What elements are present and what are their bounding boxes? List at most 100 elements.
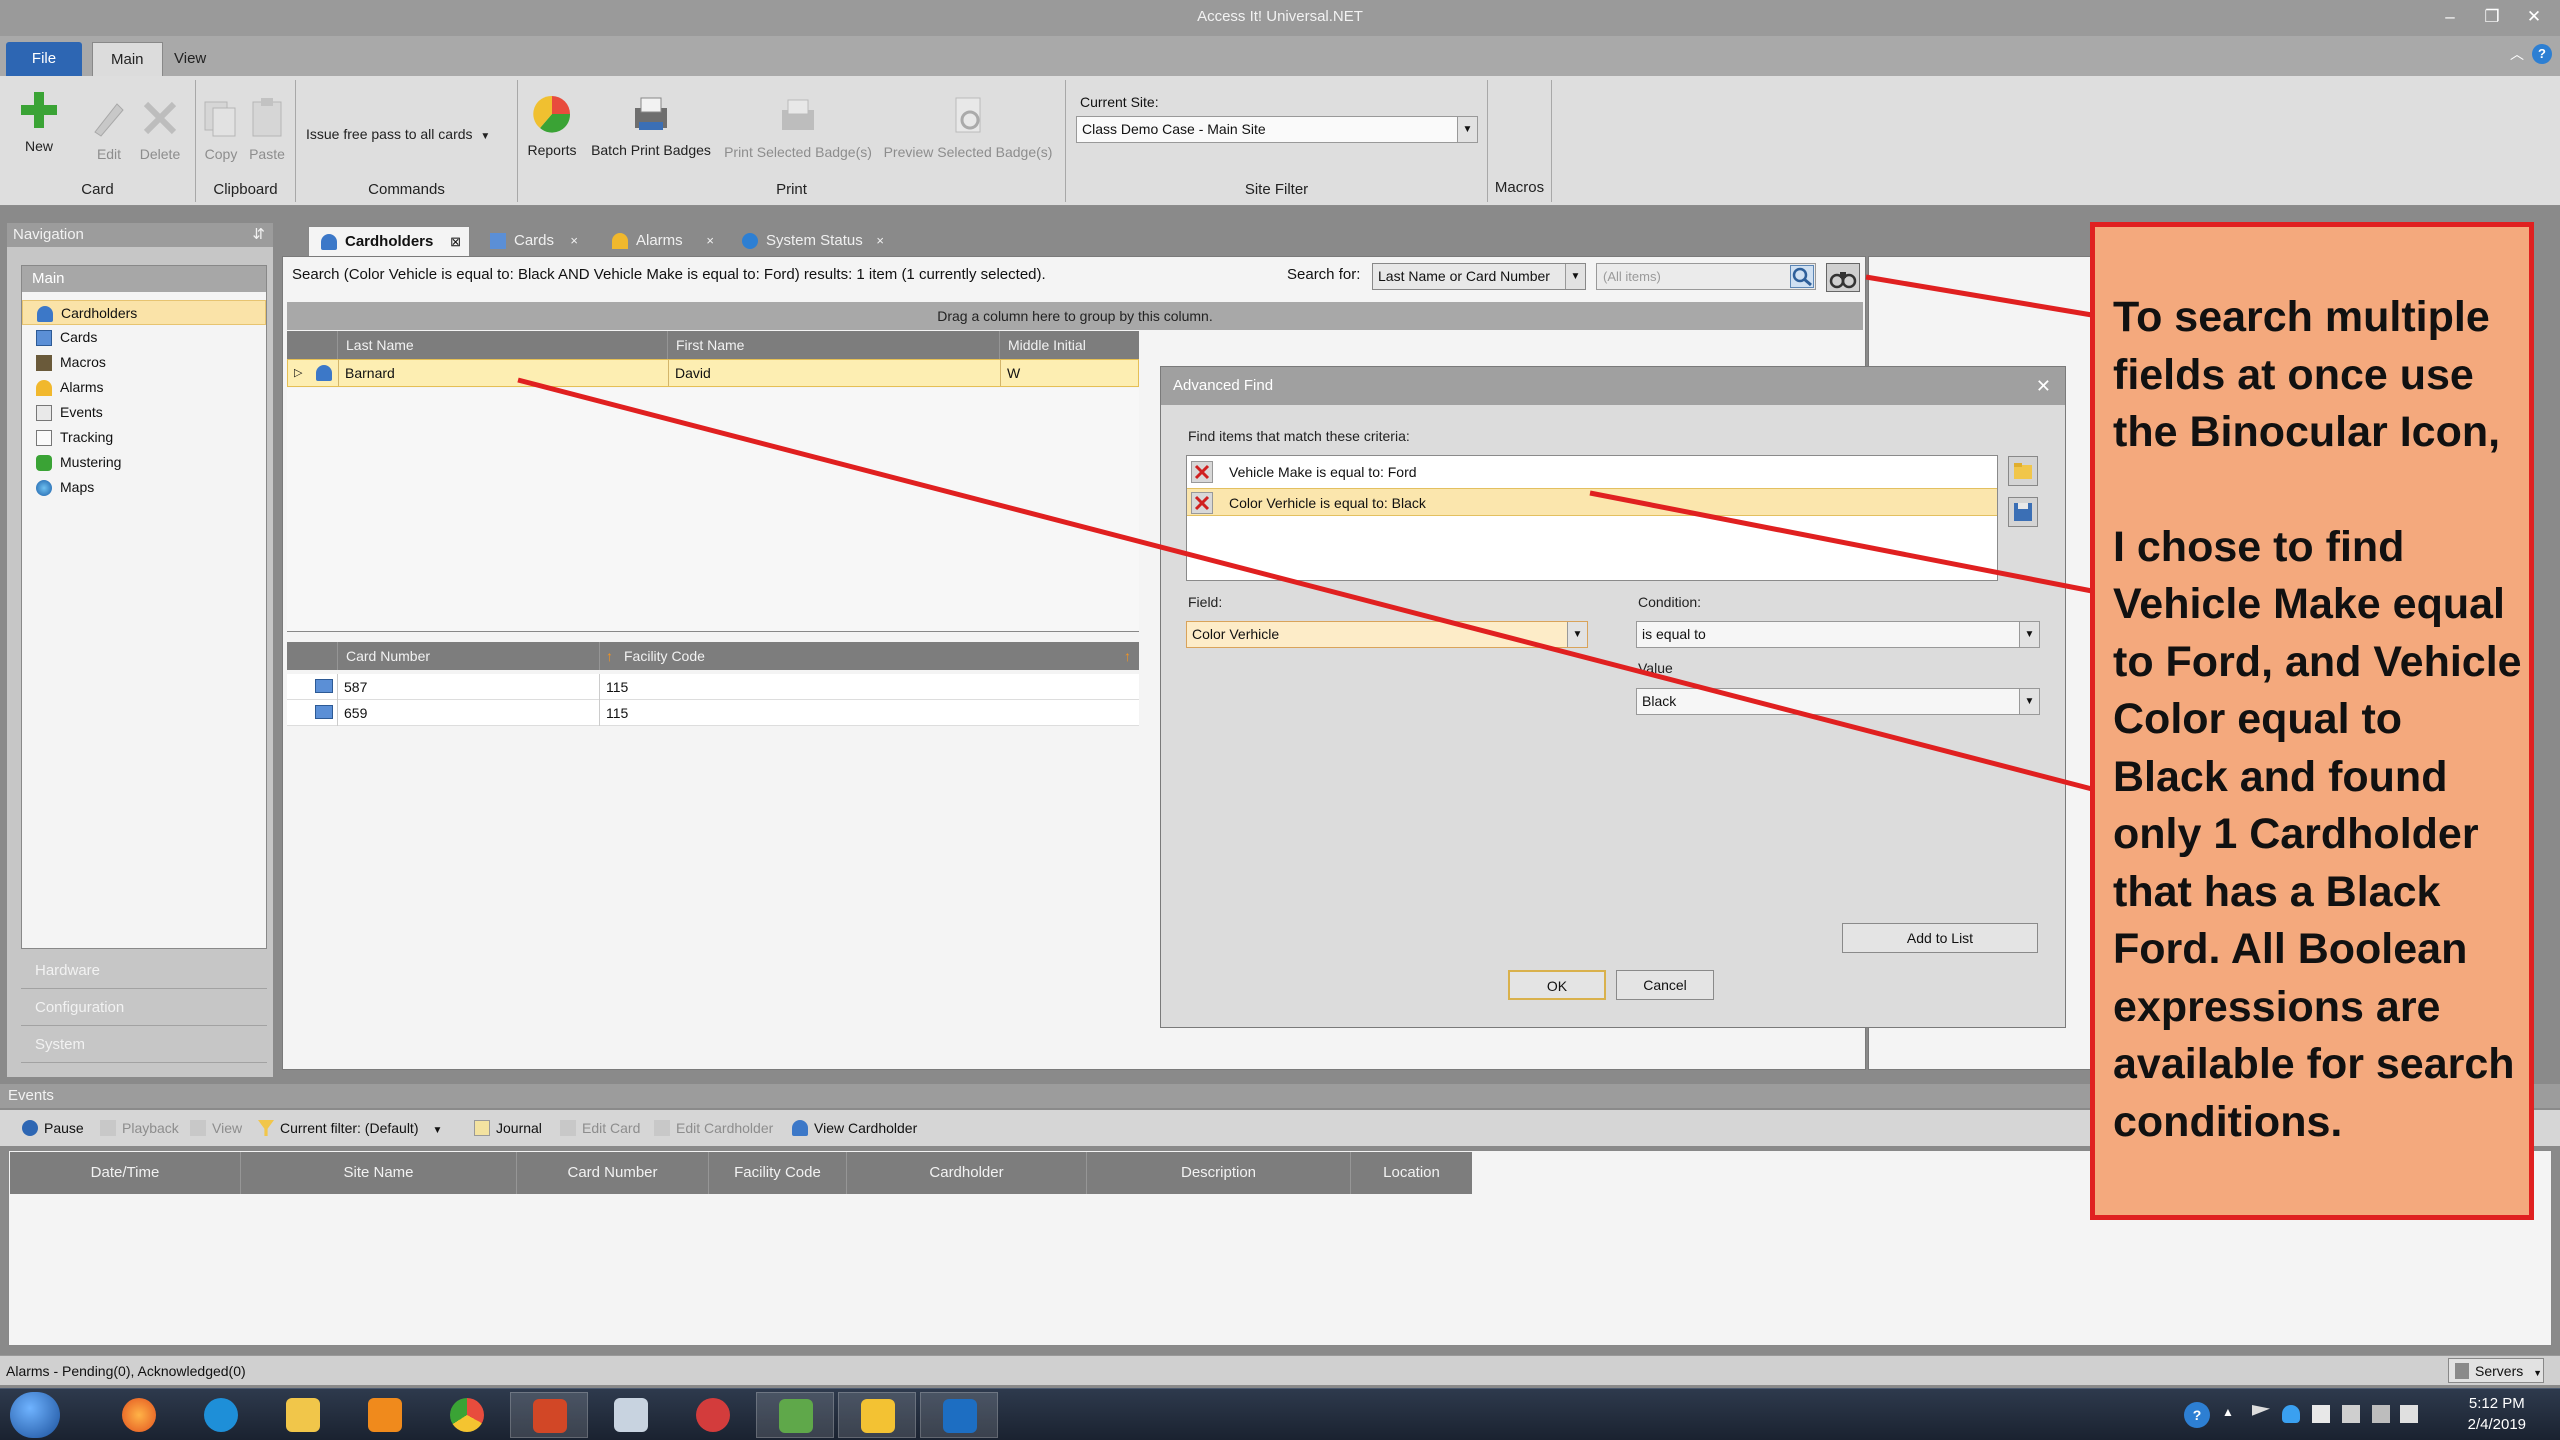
table-row[interactable]: ▷ Barnard David W [287, 359, 1139, 387]
restore-button[interactable]: ❐ [2472, 0, 2512, 34]
tab-cards[interactable]: Cards × [478, 226, 586, 256]
remove-criteria-icon[interactable] [1191, 461, 1213, 483]
show-hidden-icons-icon[interactable]: ▲ [2222, 1405, 2240, 1423]
taskbar-file-explorer[interactable] [264, 1392, 342, 1438]
column-header-location[interactable]: Location [1350, 1152, 1472, 1194]
column-header-facility-code[interactable]: ↑ Facility Code ↑ [599, 642, 1139, 670]
system-clock[interactable]: 5:12 PM 2/4/2019 [2468, 1393, 2526, 1435]
table-row[interactable]: 587 115 [287, 674, 1139, 700]
column-header-last-name[interactable]: Last Name [337, 331, 667, 359]
print-selected-badges-button[interactable]: Print Selected Badge(s) [720, 94, 876, 160]
nav-item-maps[interactable]: Maps [22, 475, 266, 500]
current-site-select[interactable]: Class Demo Case - Main Site ▼ [1076, 116, 1478, 143]
flag-icon[interactable] [2252, 1405, 2270, 1416]
delete-button[interactable]: Delete [132, 96, 188, 162]
close-button[interactable]: ✕ [2514, 0, 2554, 34]
nav-section-configuration[interactable]: Configuration [21, 990, 267, 1026]
taskbar-powerpoint[interactable] [510, 1392, 588, 1438]
dialog-close-icon[interactable]: ✕ [2036, 367, 2051, 405]
column-header-cardholder[interactable]: Cardholder [846, 1152, 1086, 1194]
tab-system-status[interactable]: System Status × [730, 226, 892, 256]
nav-item-cardholders[interactable]: Cardholders [22, 300, 266, 325]
help-tray-icon[interactable]: ? [2184, 1402, 2210, 1428]
nav-item-mustering[interactable]: Mustering [22, 450, 266, 475]
minimize-button[interactable]: – [2430, 0, 2470, 34]
view-button[interactable]: View [186, 1110, 242, 1146]
value-select[interactable]: Black ▼ [1636, 688, 2040, 715]
criteria-item[interactable]: Color Verhicle is equal to: Black [1187, 488, 1997, 516]
column-header-first-name[interactable]: First Name [667, 331, 999, 359]
taskbar-snipping-tool[interactable] [674, 1392, 752, 1438]
column-header-card-number[interactable]: Card Number [516, 1152, 708, 1194]
add-to-list-button[interactable]: Add to List [1842, 923, 2038, 953]
batch-print-badges-button[interactable]: Batch Print Badges [588, 92, 714, 158]
nav-item-macros[interactable]: Macros [22, 350, 266, 375]
column-header-site-name[interactable]: Site Name [240, 1152, 516, 1194]
paste-button[interactable]: Paste [242, 96, 292, 162]
copy-button[interactable]: Copy [198, 96, 244, 162]
taskbar-internet-explorer[interactable] [182, 1392, 260, 1438]
dropbox-icon[interactable] [2312, 1405, 2330, 1423]
column-header-middle-initial[interactable]: Middle Initial [999, 331, 1139, 359]
journal-button[interactable]: Journal [470, 1110, 542, 1146]
pin-icon[interactable]: ⇵ [252, 223, 265, 247]
network-icon[interactable] [2342, 1405, 2360, 1423]
group-by-bar[interactable]: Drag a column here to group by this colu… [287, 302, 1863, 330]
tab-main[interactable]: Main [92, 42, 163, 76]
tab-close-icon[interactable]: × [706, 226, 714, 256]
condition-select[interactable]: is equal to ▼ [1636, 621, 2040, 648]
tab-close-icon[interactable]: × [570, 226, 578, 256]
tab-view[interactable]: View [156, 42, 224, 76]
cancel-button[interactable]: Cancel [1616, 970, 1714, 1000]
issue-free-pass-button[interactable]: Issue free pass to all cards ▼ [306, 126, 511, 142]
pause-button[interactable]: Pause [18, 1110, 84, 1146]
collapse-ribbon-icon[interactable]: ︿ [2510, 44, 2524, 64]
column-header-description[interactable]: Description [1086, 1152, 1350, 1194]
edit-cardholder-button[interactable]: Edit Cardholder [650, 1110, 773, 1146]
volume-icon[interactable] [2400, 1405, 2418, 1423]
nav-section-hardware[interactable]: Hardware [21, 953, 267, 989]
tab-close-icon[interactable]: ⊠ [450, 227, 461, 257]
taskbar-font-app[interactable] [756, 1392, 834, 1438]
load-criteria-button[interactable] [2008, 456, 2038, 486]
preview-selected-badges-button[interactable]: Preview Selected Badge(s) [880, 94, 1056, 160]
remove-criteria-icon[interactable] [1191, 492, 1213, 514]
ok-button[interactable]: OK [1508, 970, 1606, 1000]
search-magnifier-button[interactable] [1790, 265, 1814, 288]
column-header-date-time[interactable]: Date/Time [10, 1152, 240, 1194]
onedrive-icon[interactable] [2282, 1405, 2300, 1423]
nav-item-tracking[interactable]: Tracking [22, 425, 266, 450]
table-row[interactable]: 659 115 [287, 700, 1139, 726]
column-header-card-number[interactable]: Card Number [337, 642, 599, 670]
tab-alarms[interactable]: Alarms × [600, 226, 722, 256]
save-criteria-button[interactable] [2008, 497, 2038, 527]
nav-item-events[interactable]: Events [22, 400, 266, 425]
nav-section-system[interactable]: System [21, 1027, 267, 1063]
new-button[interactable]: New [12, 88, 66, 154]
tab-close-icon[interactable]: × [876, 226, 884, 256]
advanced-find-binocular-button[interactable] [1826, 263, 1860, 292]
edit-button[interactable]: Edit [84, 96, 134, 162]
start-button[interactable] [10, 1392, 60, 1438]
field-select[interactable]: Color Verhicle ▼ [1186, 621, 1588, 648]
nav-item-cards[interactable]: Cards [22, 325, 266, 350]
current-filter-dropdown[interactable]: Current filter: (Default) ▼ [254, 1110, 442, 1146]
column-header-facility-code[interactable]: Facility Code [708, 1152, 846, 1194]
taskbar-access-it[interactable] [838, 1392, 916, 1438]
search-input[interactable]: (All items) [1596, 263, 1816, 290]
playback-button[interactable]: Playback [96, 1110, 179, 1146]
nav-item-alarms[interactable]: Alarms [22, 375, 266, 400]
criteria-item[interactable]: Vehicle Make is equal to: Ford [1187, 458, 1997, 486]
taskbar-firefox[interactable] [100, 1392, 178, 1438]
help-icon[interactable]: ? [2532, 44, 2552, 64]
search-field-select[interactable]: Last Name or Card Number ▼ [1372, 263, 1586, 290]
tab-file[interactable]: File [6, 42, 82, 76]
taskbar-calculator[interactable] [592, 1392, 670, 1438]
taskbar-chrome[interactable] [428, 1392, 506, 1438]
taskbar-media-player[interactable] [346, 1392, 424, 1438]
servers-button[interactable]: Servers ▼ [2448, 1358, 2544, 1383]
power-icon[interactable] [2372, 1405, 2390, 1423]
taskbar-outlook[interactable] [920, 1392, 998, 1438]
edit-card-button[interactable]: Edit Card [556, 1110, 640, 1146]
reports-button[interactable]: Reports [524, 92, 580, 158]
